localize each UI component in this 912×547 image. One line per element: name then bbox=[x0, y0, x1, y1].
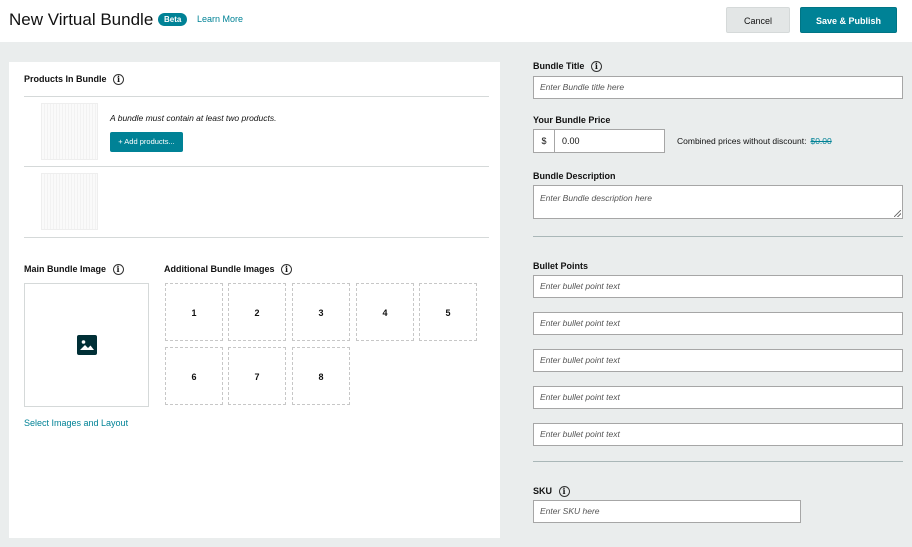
additional-image-slot-3[interactable]: 3 bbox=[292, 283, 350, 341]
additional-image-slot-7[interactable]: 7 bbox=[228, 347, 286, 405]
bundle-description-label: Bundle Description bbox=[533, 171, 616, 181]
main-image-label: Main Bundle Image bbox=[24, 264, 107, 274]
additional-image-slot-6[interactable]: 6 bbox=[165, 347, 223, 405]
additional-image-slot-2[interactable]: 2 bbox=[228, 283, 286, 341]
resize-handle-icon[interactable] bbox=[894, 210, 901, 217]
bundle-requirement-note: A bundle must contain at least two produ… bbox=[110, 113, 277, 123]
product-thumbnail-placeholder bbox=[41, 173, 98, 230]
currency-symbol: $ bbox=[533, 129, 555, 153]
bundle-description-textarea[interactable]: Enter Bundle description here bbox=[533, 185, 903, 219]
top-bar: New Virtual Bundle Beta Learn More Cance… bbox=[0, 0, 912, 42]
additional-image-slot-1[interactable]: 1 bbox=[165, 283, 223, 341]
learn-more-link[interactable]: Learn More bbox=[197, 14, 243, 24]
bundle-title-heading: Bundle Title i bbox=[533, 61, 602, 73]
bundle-title-label: Bundle Title bbox=[533, 61, 585, 71]
products-section-label: Products In Bundle bbox=[24, 74, 107, 84]
bullet-point-input-1[interactable]: Enter bullet point text bbox=[533, 275, 903, 298]
bullet-point-input-4[interactable]: Enter bullet point text bbox=[533, 386, 903, 409]
additional-image-slot-4[interactable]: 4 bbox=[356, 283, 414, 341]
divider bbox=[533, 461, 903, 462]
info-icon[interactable]: i bbox=[590, 61, 602, 73]
main-bundle-image-slot[interactable] bbox=[24, 283, 149, 407]
beta-badge: Beta bbox=[158, 13, 188, 26]
divider bbox=[24, 96, 489, 97]
sku-label: SKU bbox=[533, 486, 553, 496]
save-publish-button[interactable]: Save & Publish bbox=[800, 7, 897, 33]
info-icon[interactable]: i bbox=[113, 74, 125, 86]
divider bbox=[533, 236, 903, 237]
additional-image-slot-5[interactable]: 5 bbox=[419, 283, 477, 341]
combined-price-text: Combined prices without discount: $0.00 bbox=[677, 136, 832, 146]
main-image-title: Main Bundle Image i bbox=[24, 264, 124, 276]
info-icon[interactable]: i bbox=[558, 486, 570, 498]
bundle-price-input[interactable]: 0.00 bbox=[555, 129, 665, 153]
cancel-button[interactable]: Cancel bbox=[726, 7, 790, 33]
info-icon[interactable]: i bbox=[112, 264, 124, 276]
description-placeholder: Enter Bundle description here bbox=[540, 193, 652, 203]
info-icon[interactable]: i bbox=[281, 264, 293, 276]
sku-heading: SKU i bbox=[533, 486, 570, 498]
add-products-button[interactable]: + Add products... bbox=[110, 132, 183, 152]
products-section-title: Products In Bundle i bbox=[24, 74, 125, 86]
additional-images-label: Additional Bundle Images bbox=[164, 264, 275, 274]
combined-price-label: Combined prices without discount: bbox=[677, 136, 807, 146]
bullet-points-label: Bullet Points bbox=[533, 261, 589, 271]
bundle-title-input[interactable]: Enter Bundle title here bbox=[533, 76, 903, 99]
bundle-price-label: Your Bundle Price bbox=[533, 115, 611, 125]
combined-price-value: $0.00 bbox=[810, 136, 832, 146]
additional-images-title: Additional Bundle Images i bbox=[164, 264, 293, 276]
select-images-layout-link[interactable]: Select Images and Layout bbox=[24, 418, 128, 428]
bullet-point-input-2[interactable]: Enter bullet point text bbox=[533, 312, 903, 335]
product-thumbnail-placeholder bbox=[41, 103, 98, 160]
sku-input[interactable]: Enter SKU here bbox=[533, 500, 801, 523]
additional-image-slot-8[interactable]: 8 bbox=[292, 347, 350, 405]
divider bbox=[24, 237, 489, 238]
page-title: New Virtual Bundle bbox=[9, 10, 154, 29]
image-icon bbox=[77, 335, 97, 355]
bullet-point-input-3[interactable]: Enter bullet point text bbox=[533, 349, 903, 372]
bullet-point-input-5[interactable]: Enter bullet point text bbox=[533, 423, 903, 446]
divider bbox=[24, 166, 489, 167]
products-panel: Products In Bundle i A bundle must conta… bbox=[9, 62, 500, 538]
